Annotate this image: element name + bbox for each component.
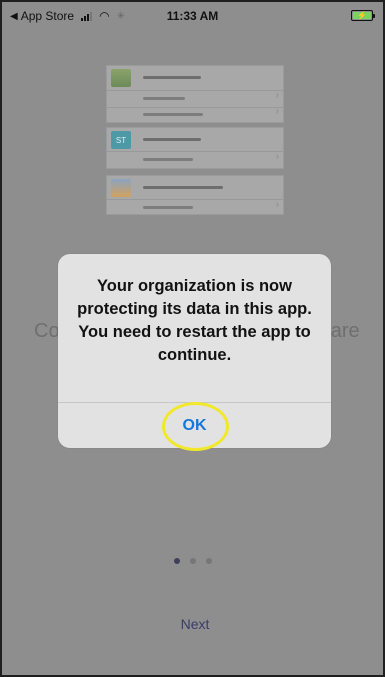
intro-illustration: › › ST › ›	[106, 65, 284, 215]
illustration-title-line	[143, 76, 201, 79]
page-dot-2	[190, 558, 196, 564]
illustration-title-line	[143, 138, 201, 141]
illustration-title-line	[143, 186, 223, 189]
obscured-heading-left: Co	[34, 320, 60, 342]
illustration-card: ›	[106, 175, 284, 215]
illustration-divider	[107, 90, 283, 91]
battery-cap	[373, 14, 375, 18]
illustration-divider	[107, 199, 283, 200]
chevron-right-icon: ›	[275, 199, 279, 210]
signal-icon	[81, 11, 93, 21]
alert-message: Your organization is now protecting its …	[77, 277, 312, 364]
illustration-subline	[143, 113, 203, 116]
status-bar: ◀ App Store ◠ ✳ 11:33 AM ⚡	[2, 2, 383, 30]
ok-button[interactable]: OK	[58, 403, 331, 448]
illustration-subline	[143, 97, 185, 100]
page-indicator	[174, 557, 220, 565]
battery-level: ⚡	[353, 10, 371, 20]
illustration-card: › ›	[106, 65, 284, 123]
status-time: 11:33 AM	[166, 9, 219, 23]
activity-icon: ✳	[116, 10, 125, 22]
restart-alert: Your organization is now protecting its …	[58, 254, 331, 448]
phone-screen: ◀ App Store ◠ ✳ 11:33 AM ⚡ › › ST › › Co…	[0, 0, 385, 677]
chevron-right-icon: ›	[275, 151, 279, 162]
chevron-left-icon[interactable]: ◀	[10, 11, 18, 22]
illustration-subline	[143, 158, 193, 161]
image-icon	[111, 69, 131, 87]
wifi-icon: ◠	[99, 9, 110, 23]
weather-icon	[111, 179, 131, 197]
illustration-card: ST ›	[106, 127, 284, 169]
battery-charging-icon: ⚡	[351, 10, 375, 21]
chevron-right-icon: ›	[275, 106, 279, 117]
obscured-heading-right: are	[330, 320, 360, 342]
page-dot-1	[174, 558, 180, 564]
chevron-right-icon: ›	[275, 90, 279, 101]
lightning-icon: ⚡	[357, 10, 367, 20]
next-button[interactable]: Next	[170, 616, 220, 632]
status-back-label[interactable]: App Store	[21, 9, 74, 23]
page-dot-3	[206, 558, 212, 564]
alert-body: Your organization is now protecting its …	[58, 254, 331, 402]
illustration-divider	[107, 107, 283, 108]
st-icon: ST	[111, 131, 131, 149]
illustration-subline	[143, 206, 193, 209]
app-store-back-link[interactable]: ◀ App Store ◠ ✳	[10, 2, 125, 30]
illustration-divider	[107, 151, 283, 152]
